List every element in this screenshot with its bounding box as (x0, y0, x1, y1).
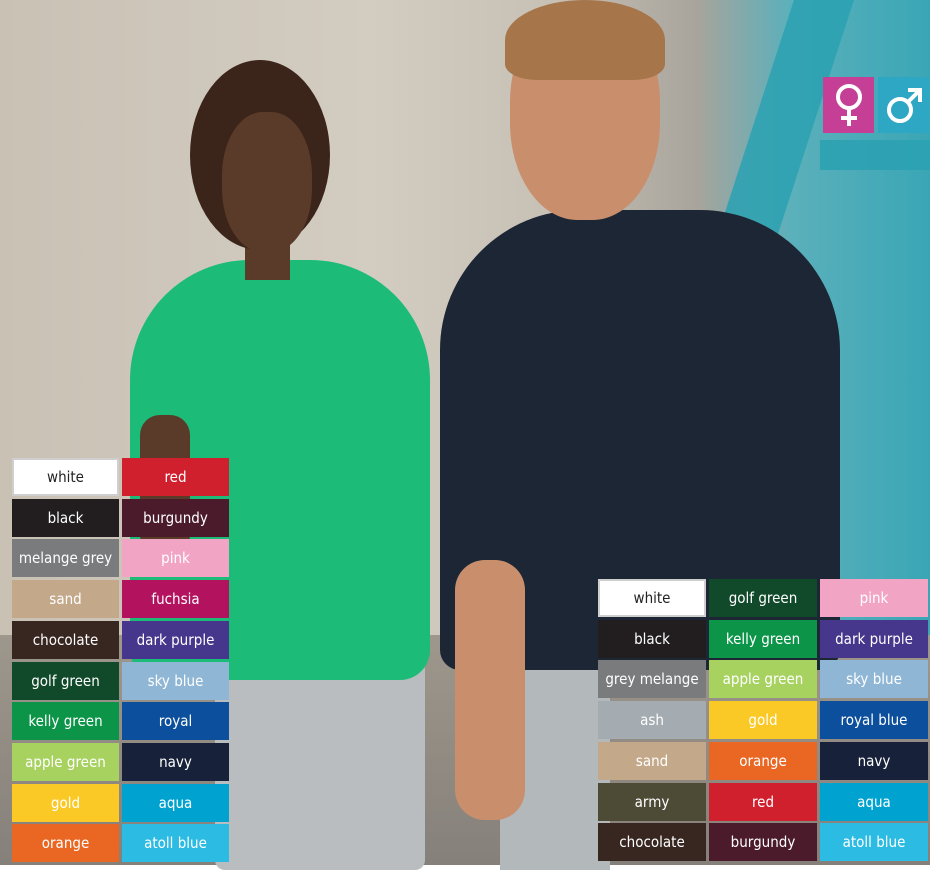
color-swatch-gold[interactable]: gold (709, 701, 817, 740)
color-swatch-navy[interactable]: navy (820, 741, 928, 780)
woman-jeans (215, 660, 425, 870)
color-swatch-apple-green[interactable]: apple green (12, 742, 119, 781)
color-swatch-red[interactable]: red (709, 782, 817, 821)
male-symbol-icon (878, 77, 929, 133)
color-swatch-white[interactable]: white (598, 579, 706, 617)
color-swatch-dark-purple[interactable]: dark purple (122, 620, 229, 659)
color-swatch-atoll-blue[interactable]: atoll blue (820, 823, 928, 862)
color-swatch-navy[interactable]: navy (122, 742, 229, 781)
color-swatch-ash[interactable]: ash (598, 701, 706, 740)
color-swatch-chocolate[interactable]: chocolate (598, 823, 706, 862)
color-swatch-grey-melange[interactable]: grey melange (598, 660, 706, 699)
color-swatch-sky-blue[interactable]: sky blue (820, 660, 928, 699)
color-swatch-black[interactable]: black (12, 498, 119, 537)
color-swatch-golf-green[interactable]: golf green (12, 661, 119, 700)
color-swatch-aqua[interactable]: aqua (820, 782, 928, 821)
color-swatch-gold[interactable]: gold (12, 783, 119, 822)
background-beam (820, 140, 930, 170)
color-swatch-pink[interactable]: pink (820, 579, 928, 617)
color-swatch-red[interactable]: red (122, 458, 229, 496)
color-swatch-aqua[interactable]: aqua (122, 783, 229, 822)
color-swatch-dark-purple[interactable]: dark purple (820, 619, 928, 658)
color-swatch-sand[interactable]: sand (12, 580, 119, 619)
color-swatch-orange[interactable]: orange (709, 741, 817, 780)
female-symbol-icon (823, 77, 874, 133)
color-swatch-sand[interactable]: sand (598, 741, 706, 780)
color-swatch-black[interactable]: black (598, 619, 706, 658)
color-swatch-white[interactable]: white (12, 458, 119, 496)
color-swatch-fuchsia[interactable]: fuchsia (122, 580, 229, 619)
color-swatch-melange-grey[interactable]: melange grey (12, 539, 119, 578)
color-swatch-royal[interactable]: royal (122, 702, 229, 741)
color-swatch-apple-green[interactable]: apple green (709, 660, 817, 699)
color-swatch-burgundy[interactable]: burgundy (122, 498, 229, 537)
color-swatch-kelly-green[interactable]: kelly green (709, 619, 817, 658)
color-swatch-golf-green[interactable]: golf green (709, 579, 817, 617)
color-swatch-kelly-green[interactable]: kelly green (12, 702, 119, 741)
man-hair (505, 0, 665, 80)
color-swatch-army[interactable]: army (598, 782, 706, 821)
color-swatch-chocolate[interactable]: chocolate (12, 620, 119, 659)
color-swatch-royal-blue[interactable]: royal blue (820, 701, 928, 740)
man-arm (455, 560, 525, 820)
color-swatch-pink[interactable]: pink (122, 539, 229, 578)
color-swatch-orange[interactable]: orange (12, 824, 119, 863)
color-swatch-atoll-blue[interactable]: atoll blue (122, 824, 229, 863)
woman-face (222, 112, 312, 252)
color-swatch-burgundy[interactable]: burgundy (709, 823, 817, 862)
color-swatch-sky-blue[interactable]: sky blue (122, 661, 229, 700)
